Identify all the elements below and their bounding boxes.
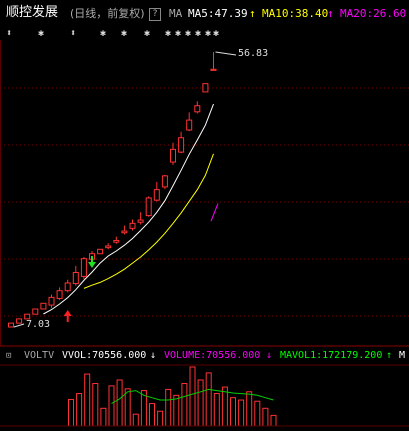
volume-bar [149, 403, 155, 427]
candle-body [161, 175, 168, 188]
low-price-label: 7.03 [26, 319, 51, 330]
event-marker-row: ⬍ ✱ ⬍ ✱ ✱ ✱ ✱ ✱ ✱ ✱ ✱ ✱ [0, 28, 409, 40]
volume-bar [181, 383, 188, 427]
volume-bar [124, 388, 131, 427]
volume-bar [262, 407, 269, 427]
volume-bar [189, 366, 196, 427]
volume-bar [221, 386, 228, 427]
chart-header: 顺控发展 (日线，前复权) ? MA MA5:47.39 ↑ MA10:38.4… [0, 0, 409, 28]
mavol1-up-arrow-icon: ↑ [386, 350, 393, 361]
candle-body [16, 318, 23, 324]
candle-body [178, 137, 185, 153]
volume-bar [157, 410, 164, 427]
candle-body [32, 308, 39, 315]
candle-body [72, 271, 79, 285]
expand-icon[interactable]: ⊡ [6, 350, 11, 362]
mavol-truncated: M [399, 350, 406, 361]
high-callout-line [215, 51, 237, 56]
ma-label: MA [169, 7, 183, 20]
vvol-value: VVOL:70556.000 [62, 350, 147, 361]
volume-header: ⊡ VOLTV VVOL:70556.000 ↓ VOLUME:70556.00… [0, 349, 409, 363]
candle-body [170, 148, 176, 163]
low-callout-line [13, 323, 25, 328]
volume-bar [108, 385, 115, 427]
candle-body [137, 219, 144, 223]
candle-body [202, 83, 209, 93]
candle-body [64, 282, 71, 292]
volume-bar [270, 414, 277, 427]
vvol-down-arrow-icon: ↓ [150, 350, 157, 361]
ma20-marker [210, 203, 219, 222]
volume-bar [238, 399, 245, 427]
candle-body [113, 239, 120, 243]
ma5-value: MA5:47.39 [188, 7, 248, 20]
ma5-up-arrow-icon: ↑ [249, 7, 256, 20]
mavol1-value: MAVOL1:172179.200 [280, 350, 383, 361]
candle-body [56, 290, 63, 299]
marker-icon[interactable]: ✱ [121, 28, 127, 40]
marker-icon[interactable]: ⬍ [70, 28, 76, 40]
volume-bar [84, 373, 91, 427]
stock-name[interactable]: 顺控发展 [6, 6, 58, 20]
marker-icon[interactable]: ✱ [175, 28, 181, 40]
marker-icon[interactable]: ✱ [213, 28, 219, 40]
candle-body [129, 222, 136, 229]
chart-canvas[interactable] [0, 0, 409, 431]
period-info[interactable]: (日线，前复权) [70, 7, 145, 21]
ma20-value: MA20:26.60 [340, 7, 407, 20]
volume-bars[interactable] [68, 366, 277, 427]
candle-body [40, 302, 47, 310]
volume-bar [116, 379, 123, 427]
ma10-polyline [83, 153, 214, 289]
candle-body [80, 258, 87, 277]
candle-body [48, 296, 55, 306]
volume-bar [100, 407, 107, 427]
buy-signal-icon [63, 310, 72, 322]
volume-bar [76, 393, 83, 427]
marker-icon[interactable]: ✱ [205, 28, 211, 40]
candlesticks[interactable] [8, 52, 217, 328]
volume-bar [197, 379, 204, 427]
volume-indicator-name[interactable]: VOLTV [24, 350, 54, 362]
volume-bar [246, 391, 253, 427]
volume-down-arrow-icon: ↓ [266, 350, 273, 361]
volume-bar [205, 372, 212, 427]
volume-bar [254, 400, 261, 427]
volume-bar [173, 394, 180, 427]
ma10-up-arrow-icon: ↑ [327, 7, 334, 20]
volume-bar [165, 388, 172, 427]
marker-icon[interactable]: ⬍ [6, 28, 12, 40]
volume-bar [213, 393, 220, 427]
volume-bar [132, 413, 139, 427]
volume-bar [92, 383, 99, 427]
candle-body [8, 322, 14, 328]
candle-body [153, 189, 160, 201]
marker-icon[interactable]: ✱ [185, 28, 191, 40]
volume-bar [230, 397, 236, 427]
ma10-line [83, 153, 214, 289]
marker-icon[interactable]: ✱ [144, 28, 150, 40]
marker-icon[interactable]: ✱ [165, 28, 171, 40]
candle-body [121, 230, 128, 234]
high-price-label: 56.83 [238, 48, 269, 59]
candle-body [194, 105, 201, 113]
ma20-segment [210, 203, 219, 222]
candle-body [105, 245, 112, 249]
candle-body [210, 68, 217, 71]
candle-body [145, 197, 152, 217]
ma10-value: MA10:38.40 [262, 7, 329, 20]
marker-icon[interactable]: ✱ [38, 28, 44, 40]
volume-value: VOLUME:70556.000 [164, 350, 261, 361]
candle-body [97, 248, 104, 255]
volume-bar [68, 398, 74, 427]
marker-icon[interactable]: ✱ [195, 28, 201, 40]
price-callouts [13, 51, 237, 328]
help-icon[interactable]: ? [149, 8, 161, 21]
marker-icon[interactable]: ✱ [100, 28, 106, 40]
candle-body [186, 119, 193, 131]
